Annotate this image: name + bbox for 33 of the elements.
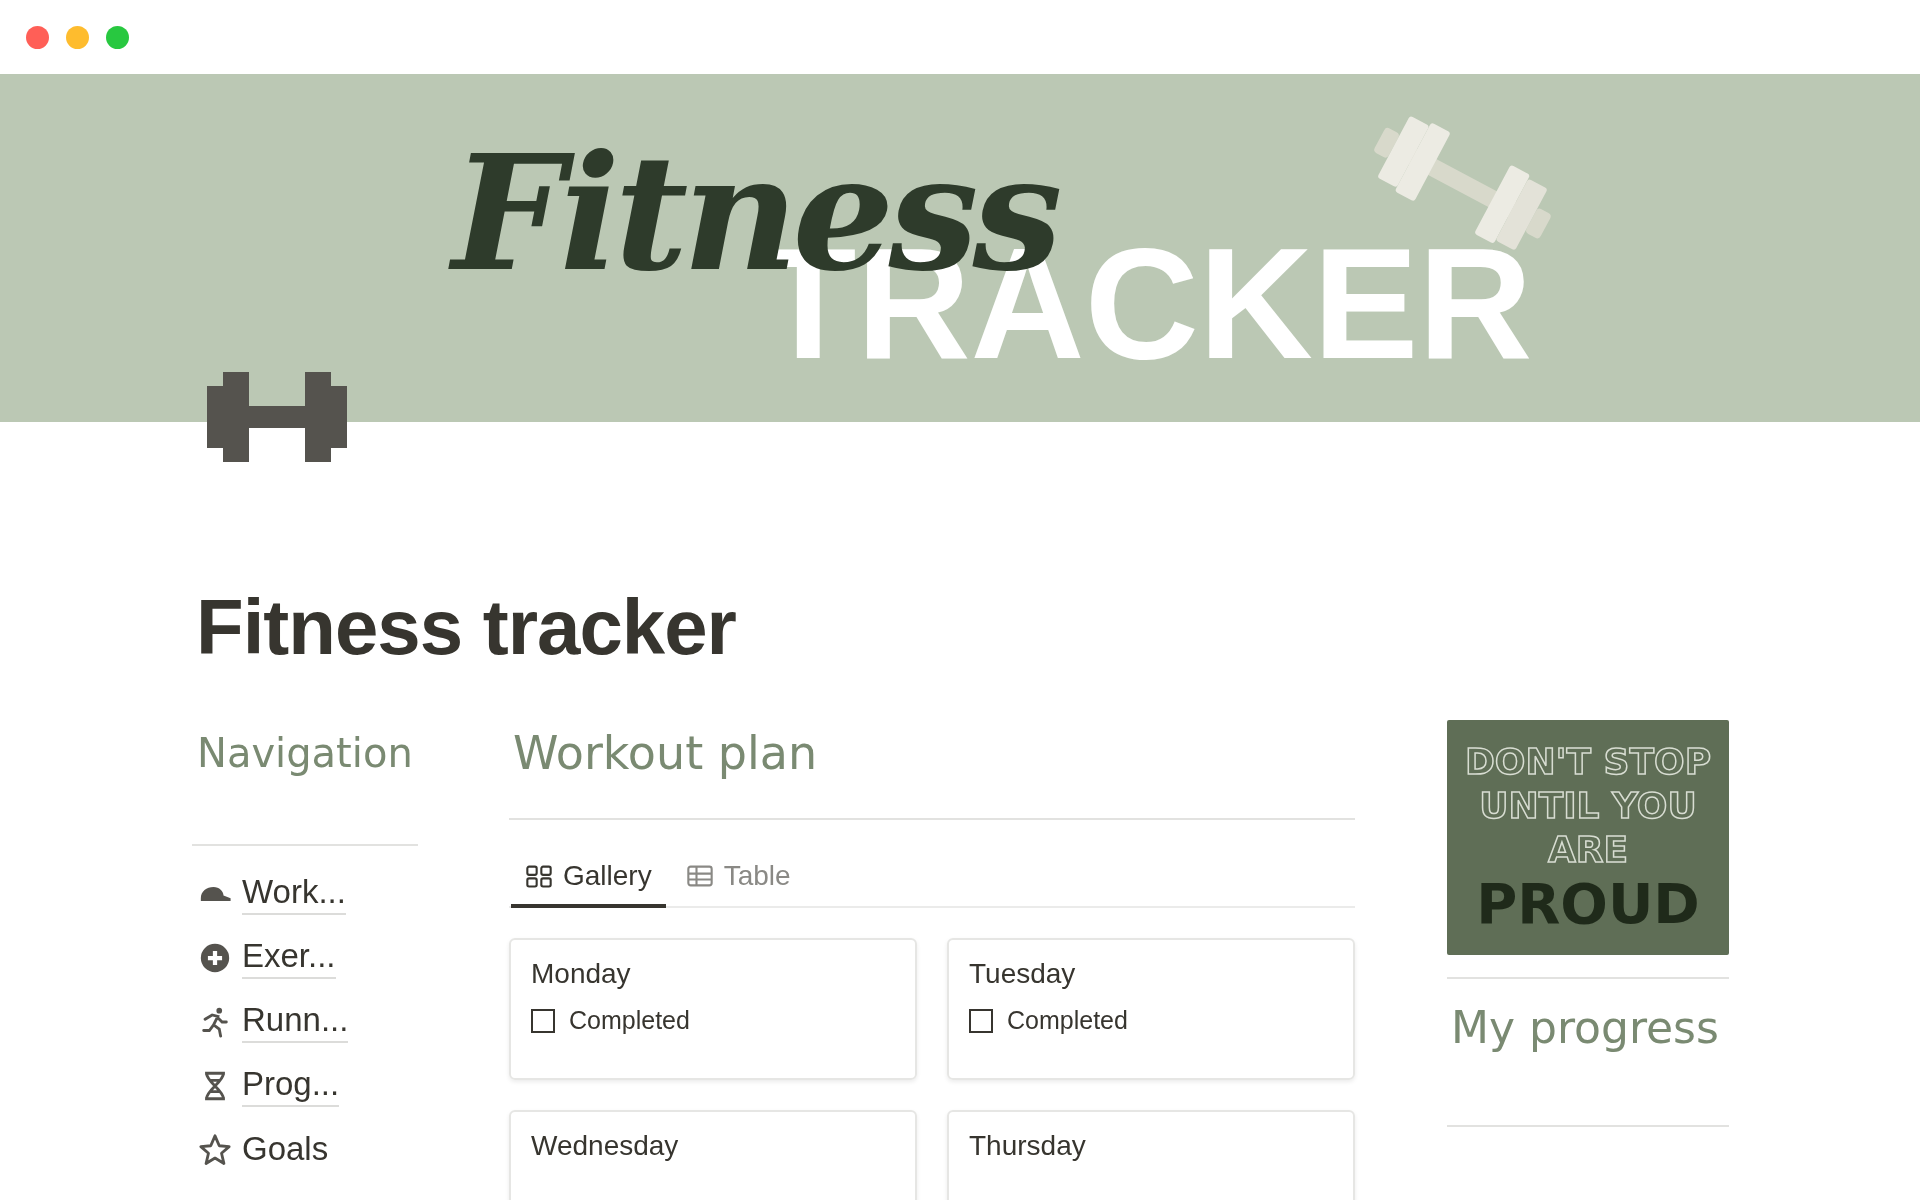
close-button[interactable]: [26, 25, 49, 49]
view-tab[interactable]: Gallery: [511, 850, 666, 908]
poster-text: DON'T STOP: [1464, 739, 1712, 784]
property-label: Completed: [569, 1006, 690, 1035]
maximize-button[interactable]: [106, 25, 129, 49]
poster-text: UNTIL YOU: [1479, 783, 1697, 828]
property-label: Completed: [1007, 1006, 1128, 1035]
page-title: Fitness tracker: [195, 582, 737, 672]
gallery-card[interactable]: Thursday: [947, 1110, 1355, 1200]
navigation-link[interactable]: Goals: [242, 1130, 329, 1170]
gallery-card[interactable]: Tuesday Completed: [947, 938, 1355, 1080]
star-icon: [198, 1133, 232, 1167]
poster-text: PROUD: [1476, 871, 1700, 936]
navigation-link[interactable]: Exer...: [242, 937, 336, 979]
plus-circle-icon: [198, 941, 232, 975]
dumbbell-icon: [207, 372, 347, 462]
card-title: Thursday: [969, 1130, 1087, 1162]
card-title: Wednesday: [531, 1130, 680, 1162]
card-title: Tuesday: [969, 958, 1077, 990]
section-heading: Navigation: [196, 729, 414, 778]
section-heading: Workout plan: [512, 725, 819, 782]
view-tab[interactable]: Table: [671, 850, 805, 908]
navigation-link[interactable]: Work...: [242, 873, 346, 915]
poster-text: ARE: [1547, 827, 1629, 872]
minimize-button[interactable]: [66, 25, 89, 49]
navigation-link[interactable]: Runn...: [242, 1001, 349, 1043]
checkbox[interactable]: [531, 1008, 555, 1033]
card-title: Monday: [531, 958, 632, 990]
section-heading: My progress: [1450, 1001, 1720, 1055]
gallery-card[interactable]: Wednesday: [509, 1110, 917, 1200]
navigation-link[interactable]: Prog...: [242, 1065, 340, 1107]
gallery-card[interactable]: Monday Completed: [509, 938, 917, 1080]
checkbox[interactable]: [969, 1008, 993, 1033]
